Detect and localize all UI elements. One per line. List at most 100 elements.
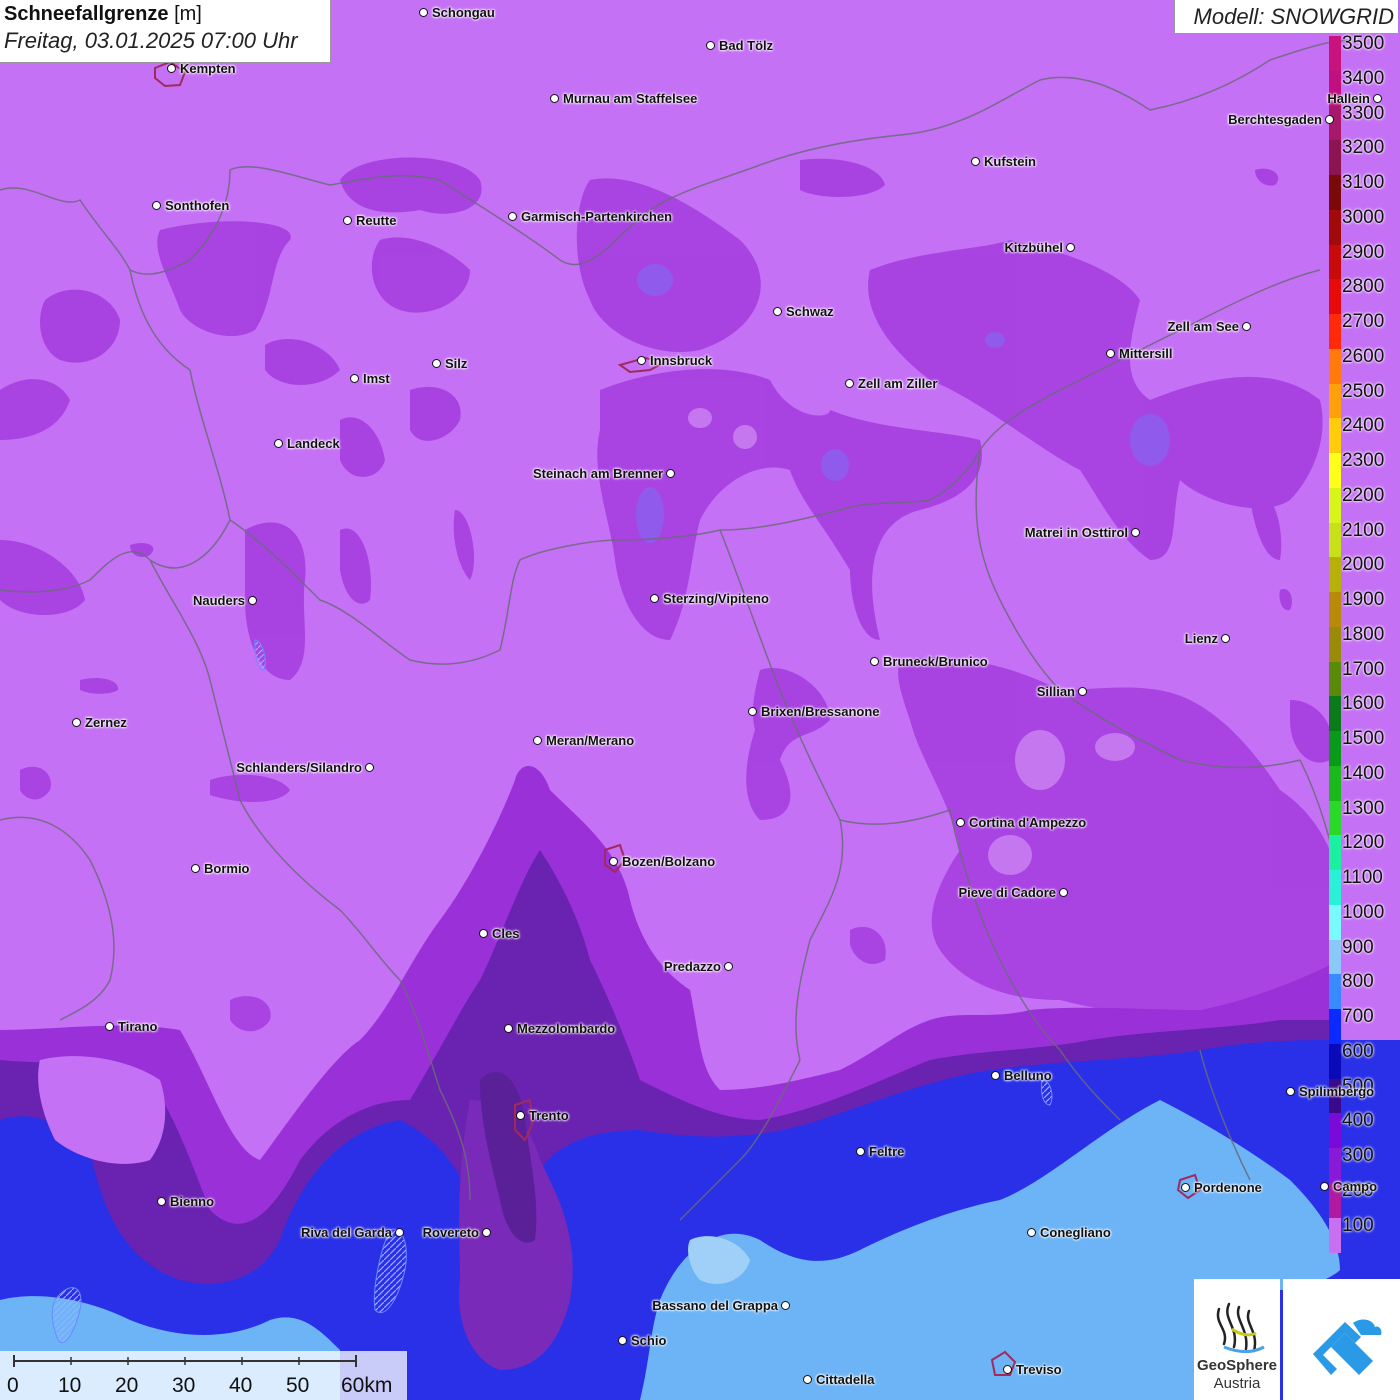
city-marker-icon[interactable] (1286, 1087, 1295, 1096)
city-marker-icon[interactable] (706, 41, 715, 50)
legend-swatch (1329, 626, 1341, 662)
city-marker-icon[interactable] (72, 718, 81, 727)
scale-tick-label: 30 (172, 1374, 196, 1397)
city-marker-icon[interactable] (956, 818, 965, 827)
legend-swatch (1329, 835, 1341, 871)
city-marker-icon[interactable] (748, 707, 757, 716)
city-label: Zernez (85, 715, 127, 730)
scale-tick-label: 50 (286, 1374, 310, 1397)
city-marker-icon[interactable] (1027, 1228, 1036, 1237)
legend-level-label: 2300 (1342, 450, 1385, 471)
snowgrid-logo[interactable] (1283, 1279, 1400, 1400)
city-marker-icon[interactable] (666, 469, 675, 478)
city-marker-icon[interactable] (516, 1111, 525, 1120)
city-marker-icon[interactable] (845, 379, 854, 388)
city-marker-icon[interactable] (248, 596, 257, 605)
city-marker-icon[interactable] (1131, 528, 1140, 537)
city-marker-icon[interactable] (1003, 1365, 1012, 1374)
city-marker-icon[interactable] (504, 1024, 513, 1033)
city-label: Hallein (1327, 91, 1370, 106)
city-label: Bienno (170, 1194, 215, 1209)
city-marker-icon[interactable] (856, 1147, 865, 1156)
legend-swatch (1329, 1148, 1341, 1184)
city-marker-icon[interactable] (609, 857, 618, 866)
geosphere-logo[interactable]: GeoSphere Austria (1194, 1279, 1280, 1400)
city-marker-icon[interactable] (395, 1228, 404, 1237)
legend-level-label: 1100 (1342, 867, 1383, 888)
legend-level-label: 800 (1342, 971, 1374, 993)
city-marker-icon[interactable] (167, 64, 176, 73)
city-marker-icon[interactable] (1181, 1183, 1190, 1192)
city-marker-icon[interactable] (479, 929, 488, 938)
city-label: Imst (363, 371, 390, 386)
city-marker-icon[interactable] (1106, 349, 1115, 358)
city-label: Schwaz (786, 304, 834, 319)
city-marker-icon[interactable] (350, 374, 359, 383)
legend-level-label: 2600 (1342, 345, 1385, 367)
city-marker-icon[interactable] (991, 1071, 1000, 1080)
legend-level-label: 3100 (1342, 172, 1385, 193)
city-marker-icon[interactable] (1242, 322, 1251, 331)
city-label: Bormio (204, 861, 250, 876)
legend-swatch (1329, 453, 1341, 489)
city-marker-icon[interactable] (1325, 115, 1334, 124)
legend-swatch (1329, 383, 1341, 419)
city-marker-icon[interactable] (105, 1022, 114, 1031)
legend-swatch (1329, 209, 1341, 245)
city-marker-icon[interactable] (419, 8, 428, 17)
city-marker-icon[interactable] (781, 1301, 790, 1310)
city-label: Kempten (180, 61, 236, 76)
city-marker-icon[interactable] (1066, 243, 1075, 252)
scale-tick-label: 20 (115, 1374, 139, 1397)
city-marker-icon[interactable] (773, 307, 782, 316)
city-marker-icon[interactable] (803, 1375, 812, 1384)
map-title: Schneefallgrenze [m] (4, 3, 326, 26)
legend-level-label: 1000 (1342, 901, 1385, 923)
color-legend: 3500 3400 3300 3200 3100 3000 2900 2800 2700 2600… (1329, 34, 1400, 1253)
city-marker-icon[interactable] (508, 212, 517, 221)
city-label: Bruneck/Brunico (883, 654, 988, 669)
city-marker-icon[interactable] (191, 864, 200, 873)
legend-swatch (1329, 696, 1341, 732)
city-label: Sterzing/Vipiteno (663, 591, 769, 606)
city-label: Matrei in Osttirol (1024, 525, 1128, 540)
city-marker-icon[interactable] (1373, 94, 1382, 103)
city-marker-icon[interactable] (1059, 888, 1068, 897)
city-marker-icon[interactable] (971, 157, 980, 166)
city-label: Innsbruck (650, 353, 713, 368)
city-label: Pordenone (1194, 1180, 1262, 1195)
city-label: Kitzbühel (1004, 240, 1064, 255)
city-marker-icon[interactable] (1320, 1182, 1329, 1191)
legend-swatch (1329, 800, 1341, 836)
legend-swatch (1329, 140, 1341, 176)
city-marker-icon[interactable] (637, 356, 646, 365)
city-marker-icon[interactable] (550, 94, 559, 103)
city-label: Landeck (287, 436, 340, 451)
city-label: Silz (445, 356, 468, 371)
legend-level-label: 2700 (1342, 311, 1385, 332)
legend-swatch (1329, 314, 1341, 350)
city-marker-icon[interactable] (870, 657, 879, 666)
city-label: Garmisch-Partenkirchen (521, 209, 673, 224)
city-marker-icon[interactable] (482, 1228, 491, 1237)
legend-swatch (1329, 175, 1341, 211)
legend-level-label: 2800 (1342, 276, 1385, 298)
city-marker-icon[interactable] (343, 216, 352, 225)
city-marker-icon[interactable] (724, 962, 733, 971)
legend-swatch (1329, 244, 1341, 280)
city-marker-icon[interactable] (157, 1197, 166, 1206)
geosphere-country: Austria (1213, 1375, 1261, 1392)
city-marker-icon[interactable] (618, 1336, 627, 1345)
city-marker-icon[interactable] (274, 439, 283, 448)
city-marker-icon[interactable] (650, 594, 659, 603)
city-label: Bassano del Grappa (652, 1298, 778, 1313)
city-label: Bozen/Bolzano (622, 854, 716, 869)
city-marker-icon[interactable] (1221, 634, 1230, 643)
city-marker-icon[interactable] (432, 359, 441, 368)
city-marker-icon[interactable] (533, 736, 542, 745)
city-marker-icon[interactable] (152, 201, 161, 210)
city-label: Conegliano (1040, 1225, 1111, 1240)
city-marker-icon[interactable] (1078, 687, 1087, 696)
city-marker-icon[interactable] (365, 763, 374, 772)
legend-level-label: 700 (1342, 1006, 1374, 1027)
